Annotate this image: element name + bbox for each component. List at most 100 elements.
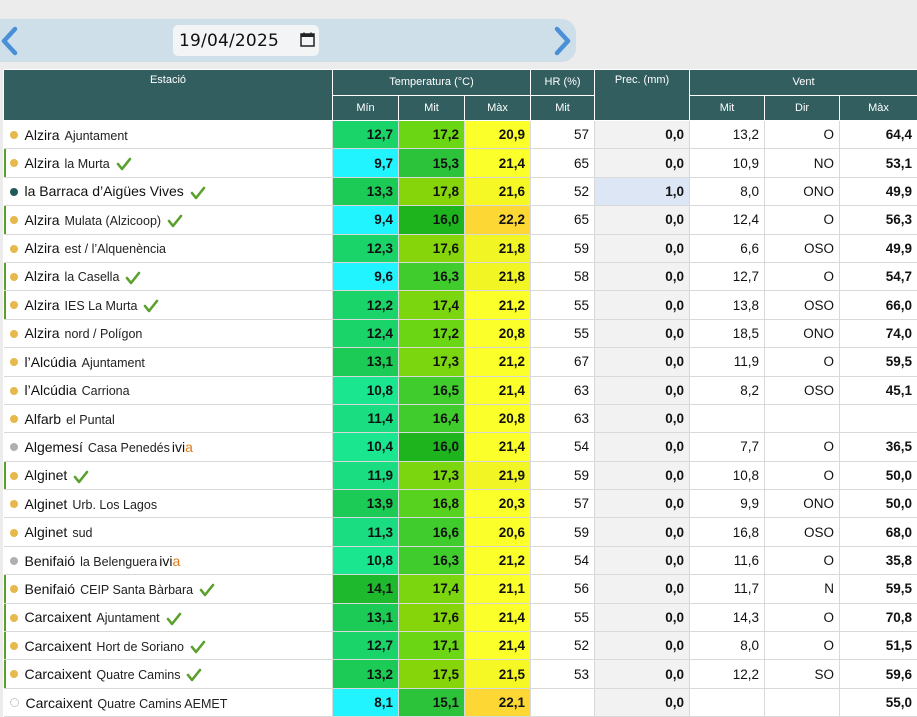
table-row[interactable]: Alziraest / l’Alquenència12,317,621,8590… bbox=[4, 234, 917, 262]
station-cell[interactable]: Benifaióla Belengueraivia bbox=[4, 546, 333, 574]
station-town[interactable]: Carcaixent bbox=[26, 695, 93, 711]
station-town[interactable]: l’Alcúdia bbox=[25, 354, 77, 370]
station-town[interactable]: Alzira bbox=[25, 268, 60, 284]
station-cell[interactable]: Alzira la Casella bbox=[4, 262, 333, 290]
station-location[interactable]: est / l’Alquenència bbox=[65, 242, 166, 256]
table-row[interactable]: l’AlcúdiaCarriona10,816,521,4630,08,2OSO… bbox=[4, 376, 917, 404]
station-cell[interactable]: Carcaixent Quatre Camins AEMET bbox=[4, 688, 333, 716]
station-cell[interactable]: l’Alcúdia Carriona bbox=[4, 376, 333, 404]
table-row[interactable]: Alginet11,917,321,9590,010,8O50,0 bbox=[4, 461, 917, 489]
calendar-icon[interactable] bbox=[300, 32, 315, 47]
station-town[interactable]: Algemesí bbox=[25, 439, 83, 455]
station-cell[interactable]: Alginet Urb. Los Lagos bbox=[4, 490, 333, 518]
station-town[interactable]: Alginet bbox=[25, 496, 68, 512]
station-status-dot bbox=[10, 614, 18, 622]
date-input[interactable]: 19/04/2025 bbox=[173, 25, 319, 56]
station-cell[interactable]: Alzira est / l’Alquenència bbox=[4, 234, 333, 262]
temp-max-cell: 20,8 bbox=[465, 404, 531, 432]
station-location[interactable]: Ajuntament bbox=[65, 129, 128, 143]
table-row[interactable]: l’AlcúdiaAjuntament13,117,321,2670,011,9… bbox=[4, 348, 917, 376]
station-location[interactable]: Carriona bbox=[82, 384, 130, 398]
station-town[interactable]: Benifaió bbox=[25, 581, 76, 597]
station-town[interactable]: Carcaixent bbox=[25, 666, 92, 682]
station-town[interactable]: Benifaió bbox=[25, 553, 76, 569]
station-town[interactable]: Alzira bbox=[25, 240, 60, 256]
table-row[interactable]: AlziraMulata (Alzicoop)9,416,022,2650,01… bbox=[4, 206, 917, 234]
table-row[interactable]: BenifaióCEIP Santa Bàrbara14,117,421,156… bbox=[4, 575, 917, 603]
station-location[interactable]: Hort de Soriano bbox=[96, 640, 184, 654]
station-cell[interactable]: AlgemesíCasa Penedésivia bbox=[4, 433, 333, 461]
station-location[interactable]: la Belenguera bbox=[80, 555, 157, 569]
station-cell[interactable]: Alzira Mulata (Alzicoop) bbox=[4, 206, 333, 234]
station-cell[interactable]: Alginet bbox=[4, 461, 333, 489]
col-precipitation[interactable]: Prec. (mm) bbox=[595, 70, 690, 121]
table-row[interactable]: AlziraIES La Murta12,217,421,2550,013,8O… bbox=[4, 291, 917, 319]
station-town[interactable]: Alfarb bbox=[25, 411, 62, 427]
table-row[interactable]: Alfarbel Puntal11,416,420,8630,0 bbox=[4, 404, 917, 432]
station-town[interactable]: Alzira bbox=[25, 155, 60, 171]
previous-day-button[interactable] bbox=[0, 19, 24, 62]
table-row[interactable]: AlziraAjuntament12,717,220,9570,013,2O64… bbox=[4, 121, 917, 149]
station-location[interactable]: CEIP Santa Bàrbara bbox=[80, 583, 193, 597]
station-cell[interactable]: Alzira nord / Polígon bbox=[4, 319, 333, 347]
precipitation-cell: 0,0 bbox=[595, 518, 690, 546]
station-cell[interactable]: Alzira Ajuntament bbox=[4, 121, 333, 149]
table-row[interactable]: CarcaixentQuatre Camins13,217,521,5530,0… bbox=[4, 660, 917, 688]
col-temp-mit[interactable]: Mit bbox=[399, 95, 465, 121]
station-location[interactable]: Quatre Camins bbox=[96, 668, 180, 682]
col-hr-mit[interactable]: Mit bbox=[531, 95, 595, 121]
col-wind-max[interactable]: Màx bbox=[840, 95, 917, 121]
col-temp-max[interactable]: Màx bbox=[465, 95, 531, 121]
station-location[interactable]: la Murta bbox=[65, 157, 110, 171]
station-location[interactable]: IES La Murta bbox=[65, 299, 138, 313]
table-row[interactable]: CarcaixentQuatre Camins AEMET8,115,122,1… bbox=[4, 688, 917, 716]
station-town[interactable]: Alginet bbox=[25, 467, 68, 483]
station-cell[interactable]: Carcaixent Ajuntament bbox=[4, 603, 333, 631]
table-row[interactable]: Alginetsud11,316,620,6590,016,8OSO68,0 bbox=[4, 518, 917, 546]
station-town[interactable]: l’Alcúdia bbox=[25, 382, 77, 398]
table-row[interactable]: AlginetUrb. Los Lagos13,916,820,3570,09,… bbox=[4, 490, 917, 518]
station-town[interactable]: Alzira bbox=[25, 212, 60, 228]
temp-mit-cell: 17,6 bbox=[399, 234, 465, 262]
station-town[interactable]: la Barraca d’Aigües Vives bbox=[25, 183, 184, 199]
station-location[interactable]: Ajuntament bbox=[82, 356, 145, 370]
table-row[interactable]: Alzirala Murta9,715,321,4650,010,9NO53,1 bbox=[4, 149, 917, 177]
station-cell[interactable]: Benifaió CEIP Santa Bàrbara bbox=[4, 575, 333, 603]
table-row[interactable]: AlgemesíCasa Penedésivia10,416,021,4540,… bbox=[4, 433, 917, 461]
table-row[interactable]: Benifaióla Belengueraivia10,816,321,2540… bbox=[4, 546, 917, 574]
next-day-button[interactable] bbox=[548, 19, 576, 62]
station-cell[interactable]: la Barraca d’Aigües Vives bbox=[4, 177, 333, 205]
station-town[interactable]: Alzira bbox=[25, 127, 60, 143]
station-location[interactable]: Ajuntament bbox=[96, 611, 159, 625]
station-location[interactable]: sud bbox=[72, 526, 92, 540]
col-wind-mit[interactable]: Mit bbox=[690, 95, 765, 121]
station-cell[interactable]: Alzira IES La Murta bbox=[4, 291, 333, 319]
station-town[interactable]: Carcaixent bbox=[25, 638, 92, 654]
station-location[interactable]: la Casella bbox=[65, 270, 120, 284]
station-location[interactable]: Urb. Los Lagos bbox=[72, 498, 157, 512]
station-town[interactable]: Alzira bbox=[25, 297, 60, 313]
table-row[interactable]: la Barraca d’Aigües Vives13,317,821,6521… bbox=[4, 177, 917, 205]
col-station[interactable]: Estació bbox=[4, 70, 333, 121]
station-cell[interactable]: Alginet sud bbox=[4, 518, 333, 546]
station-cell[interactable]: l’Alcúdia Ajuntament bbox=[4, 348, 333, 376]
station-cell[interactable]: Carcaixent Hort de Soriano bbox=[4, 632, 333, 660]
station-location[interactable]: Casa Penedés bbox=[88, 441, 170, 455]
temp-mit-cell: 17,2 bbox=[399, 121, 465, 149]
table-row[interactable]: CarcaixentHort de Soriano12,717,121,4520… bbox=[4, 632, 917, 660]
station-town[interactable]: Carcaixent bbox=[25, 609, 92, 625]
station-location[interactable]: nord / Polígon bbox=[65, 327, 143, 341]
station-town[interactable]: Alginet bbox=[25, 524, 68, 540]
station-location[interactable]: Quatre Camins AEMET bbox=[97, 697, 227, 711]
station-cell[interactable]: Alzira la Murta bbox=[4, 149, 333, 177]
station-cell[interactable]: Alfarb el Puntal bbox=[4, 404, 333, 432]
station-cell[interactable]: Carcaixent Quatre Camins bbox=[4, 660, 333, 688]
table-row[interactable]: Alzirala Casella9,616,321,8580,012,7O54,… bbox=[4, 262, 917, 290]
station-town[interactable]: Alzira bbox=[25, 325, 60, 341]
table-row[interactable]: CarcaixentAjuntament13,117,621,4550,014,… bbox=[4, 603, 917, 631]
col-temp-min[interactable]: Mín bbox=[333, 95, 399, 121]
station-location[interactable]: el Puntal bbox=[66, 413, 115, 427]
col-wind-dir[interactable]: Dir bbox=[765, 95, 840, 121]
station-location[interactable]: Mulata (Alzicoop) bbox=[65, 214, 162, 228]
table-row[interactable]: Alziranord / Polígon12,417,220,8550,018,… bbox=[4, 319, 917, 347]
